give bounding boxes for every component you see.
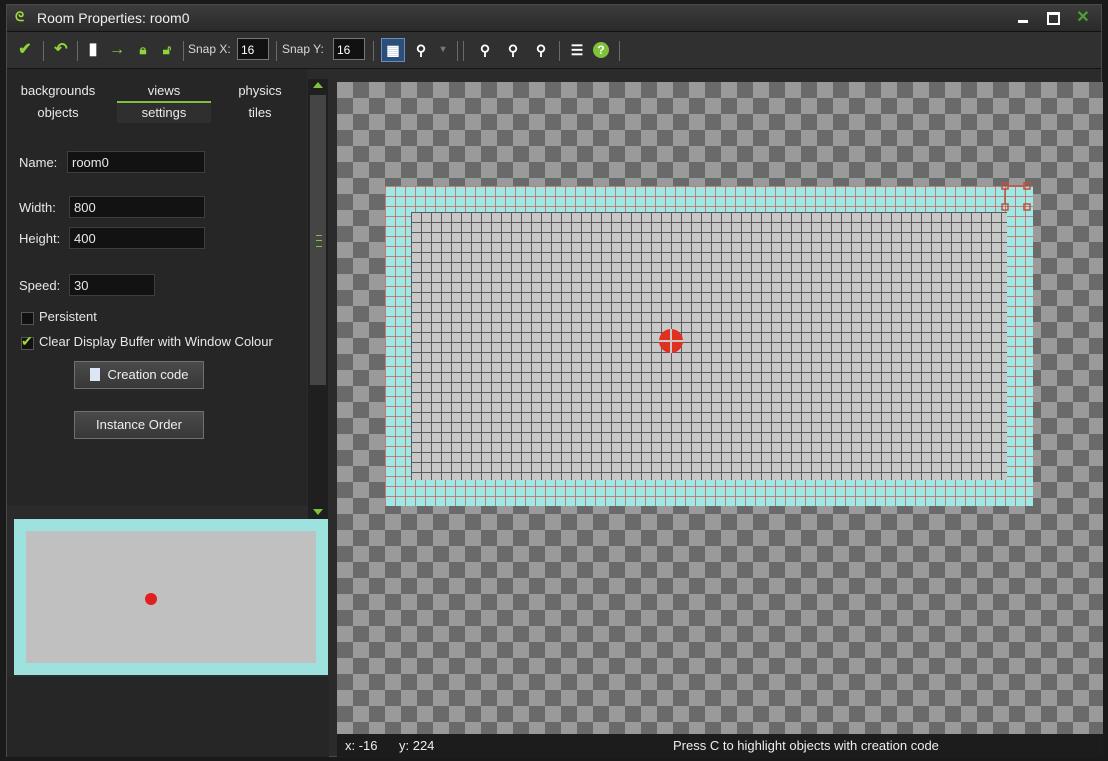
tab-bar: backgrounds views physics objects settin… <box>7 81 307 123</box>
list-icon[interactable]: ☰ <box>567 40 587 60</box>
chevron-down-icon[interactable]: ▾ <box>433 40 453 60</box>
toolbar-separator <box>276 41 277 61</box>
settings-scrollbar[interactable] <box>308 79 328 519</box>
gamemaker-logo-icon: ᘓ <box>15 9 25 24</box>
status-bar: x: -16 y: 224 Press C to highlight objec… <box>337 734 1103 758</box>
minimap-room-area <box>26 531 316 663</box>
title-bar[interactable]: ᘓ Room Properties: room0 ✕ <box>7 5 1101 32</box>
maximize-button[interactable] <box>1041 9 1065 27</box>
toolbar-separator <box>183 41 184 61</box>
tab-views[interactable]: views <box>117 81 211 103</box>
scroll-up-arrow-icon[interactable] <box>313 82 323 88</box>
status-hint: Press C to highlight objects with creati… <box>673 738 939 753</box>
tab-backgrounds[interactable]: backgrounds <box>11 81 105 101</box>
height-label: Height: <box>19 231 61 246</box>
clear-room-icon[interactable]: ▮ <box>83 40 103 60</box>
close-button[interactable]: ✕ <box>1071 9 1095 27</box>
grid-toggle-icon[interactable]: ▦ <box>381 38 405 62</box>
room-minimap[interactable] <box>14 519 328 675</box>
minimize-button[interactable] <box>1011 9 1035 27</box>
snap-y-label: Snap Y: <box>282 42 324 56</box>
creation-code-button[interactable]: Creation code <box>74 361 204 389</box>
document-icon <box>89 368 100 381</box>
snap-x-label: Snap X: <box>188 42 231 56</box>
width-label: Width: <box>19 200 56 215</box>
speed-label: Speed: <box>19 278 61 293</box>
zoom-reset-icon[interactable]: ⚲ <box>503 40 523 60</box>
settings-panel: backgrounds views physics objects settin… <box>7 69 307 506</box>
name-label: Name: <box>19 155 58 170</box>
clear-buffer-checkbox[interactable] <box>21 333 34 350</box>
width-field[interactable]: 800 <box>69 196 205 218</box>
toolbar-separator <box>457 41 458 61</box>
minimap-object-marker <box>145 593 157 605</box>
toolbar: ✔ ↶ ▮ → 🔒︎ 🔓︎ Snap X: 16 Snap Y: 16 ▦ ⚲ … <box>7 32 1101 69</box>
object-instance-icon[interactable] <box>659 329 683 353</box>
room-editor-canvas[interactable] <box>337 82 1103 734</box>
panel-footer <box>7 677 329 757</box>
ok-checkmark-icon[interactable]: ✔ <box>15 40 35 60</box>
zoom-in-icon[interactable]: ⚲ <box>531 40 551 60</box>
persistent-checkbox[interactable] <box>21 312 34 325</box>
unlock-icon[interactable]: 🔓︎ <box>157 40 177 60</box>
clear-buffer-label: Clear Display Buffer with Window Colour <box>39 334 273 349</box>
zoom-out-icon[interactable]: ⚲ <box>475 40 495 60</box>
name-field[interactable]: room0 <box>67 151 205 173</box>
toolbar-separator <box>373 41 374 61</box>
creation-code-label: Creation code <box>107 367 189 382</box>
snap-x-input[interactable]: 16 <box>237 38 269 60</box>
scroll-down-arrow-icon[interactable] <box>313 509 323 515</box>
cursor-x-readout: x: -16 <box>345 738 378 753</box>
room-properties-window: ᘓ Room Properties: room0 ✕ ✔ ↶ ▮ → 🔒︎ 🔓︎… <box>6 4 1103 758</box>
window-title: Room Properties: room0 <box>37 10 190 26</box>
shift-instances-icon[interactable]: → <box>107 40 127 60</box>
zoom-icon[interactable]: ⚲ <box>411 40 431 60</box>
snap-y-input[interactable]: 16 <box>333 38 365 60</box>
help-icon[interactable]: ? <box>593 42 609 58</box>
room-area[interactable] <box>385 182 1033 506</box>
view-corner-handle-icon[interactable] <box>1001 182 1031 212</box>
room-grid[interactable] <box>411 212 1007 480</box>
tab-settings[interactable]: settings <box>117 103 211 123</box>
toolbar-separator <box>463 41 464 61</box>
tab-tiles[interactable]: tiles <box>213 103 307 123</box>
cursor-y-readout: y: 224 <box>399 738 435 753</box>
scrollbar-thumb[interactable] <box>310 95 326 385</box>
undo-icon[interactable]: ↶ <box>51 40 71 60</box>
height-field[interactable]: 400 <box>69 227 205 249</box>
toolbar-separator <box>619 41 620 61</box>
toolbar-separator <box>77 41 78 61</box>
tab-objects[interactable]: objects <box>11 103 105 123</box>
toolbar-separator <box>43 41 44 61</box>
tab-physics[interactable]: physics <box>213 81 307 101</box>
grip-icon <box>316 235 322 247</box>
persistent-label: Persistent <box>39 309 97 324</box>
instance-order-button[interactable]: Instance Order <box>74 411 204 439</box>
speed-field[interactable]: 30 <box>69 274 155 296</box>
toolbar-separator <box>559 41 560 61</box>
lock-icon[interactable]: 🔒︎ <box>133 40 153 60</box>
